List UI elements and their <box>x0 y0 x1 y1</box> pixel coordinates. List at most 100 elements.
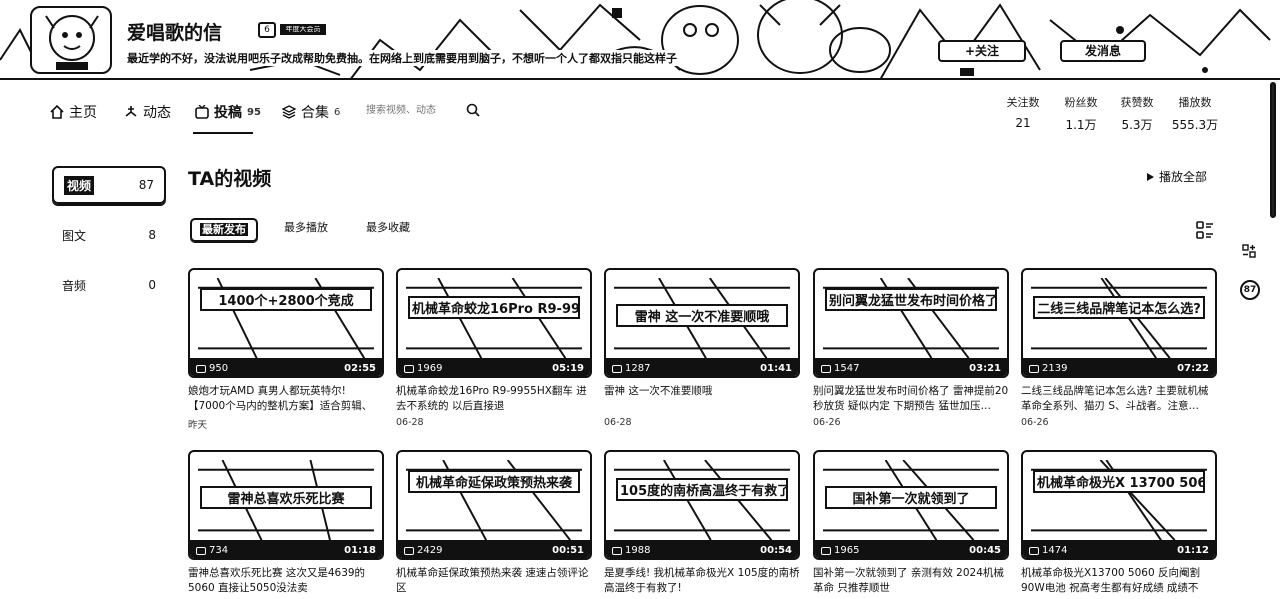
tab-label: 投稿 <box>214 105 242 121</box>
tab-uploads[interactable]: 投稿 95 <box>195 102 261 122</box>
video-date: 06-26 <box>1021 417 1049 428</box>
video-duration: 00:54 <box>760 545 792 556</box>
video-card[interactable]: 机械革命延保政策预热来袭 2429 00:51 机械革命延保政策预热来袭 速速占领评论… <box>396 450 592 599</box>
video-date: 06-28 <box>604 417 632 428</box>
play-count: 1287 <box>612 363 650 374</box>
scrollbar-thumb[interactable] <box>1270 82 1276 218</box>
thumbnail-caption: 二线三线品牌笔记本怎么选? <box>1033 296 1205 319</box>
dynamic-icon <box>125 106 137 117</box>
username: 爱唱歌的信 <box>124 18 226 45</box>
video-card[interactable]: 雷神 这一次不准要顺哦 1287 01:41 雷神 这一次不准要顺哦 06-28 <box>604 268 800 428</box>
sidebar-item-video[interactable]: 视频 87 <box>52 166 166 204</box>
play-count-value: 2139 <box>1042 363 1068 374</box>
tv-icon <box>195 105 209 119</box>
video-duration: 07:22 <box>1177 363 1209 374</box>
video-duration: 02:55 <box>344 363 376 374</box>
video-card[interactable]: 1400个+2800个竞成 950 02:55 娘炮才玩AMD 真男人都玩英特尔! 【… <box>188 268 384 431</box>
video-duration: 01:12 <box>1177 545 1209 556</box>
sidebar-item-article[interactable]: 图文 8 <box>52 216 166 254</box>
video-thumbnail[interactable]: 1400个+2800个竞成 950 02:55 <box>188 268 384 378</box>
sidebar-item-label: 图文 <box>62 228 87 243</box>
video-title[interactable]: 机械革命蛟龙16Pro R9-9955HX翻车 进去不系统的 以后直接退 <box>396 384 592 414</box>
video-card[interactable]: 国补第一次就领到了 1965 00:45 国补第一次就领到了 亲测有效 2024机械革… <box>813 450 1009 599</box>
tab-label: 动态 <box>143 105 171 121</box>
video-duration: 01:18 <box>344 545 376 556</box>
sort-most-played[interactable]: 最多播放 <box>276 218 336 242</box>
play-count-icon <box>612 546 622 555</box>
tab-label: 合集 <box>301 105 329 121</box>
thumbnail-caption: 机械革命极光X 13700 5060 <box>1033 470 1205 493</box>
video-title[interactable]: 机械革命延保政策预热来袭 速速占领评论区 <box>396 566 592 596</box>
message-button[interactable]: 发消息 <box>1060 40 1146 62</box>
video-thumbnail[interactable]: 国补第一次就领到了 1965 00:45 <box>813 450 1009 560</box>
tab-count: 95 <box>247 106 261 118</box>
tab-home[interactable]: 主页 <box>50 102 97 122</box>
thumbnail-caption: 别问翼龙猛世发布时间价格了 <box>825 288 997 311</box>
search-icon[interactable] <box>466 103 480 117</box>
video-thumbnail[interactable]: 雷神 这一次不准要顺哦 1287 01:41 <box>604 268 800 378</box>
follow-button[interactable]: +关注 <box>938 40 1026 62</box>
play-all-label: 播放全部 <box>1159 170 1208 184</box>
video-card[interactable]: 别问翼龙猛世发布时间价格了 1547 03:21 别问翼龙猛世发布时间价格了 雷神提前… <box>813 268 1009 428</box>
video-thumbnail[interactable]: 机械革命极光X 13700 5060 1474 01:12 <box>1021 450 1217 560</box>
video-card[interactable]: 机械革命极光X 13700 5060 1474 01:12 机械革命极光X13700 … <box>1021 450 1217 599</box>
video-thumbnail[interactable]: 二线三线品牌笔记本怎么选? 2139 07:22 <box>1021 268 1217 378</box>
avatar-image <box>45 15 99 70</box>
play-count: 734 <box>196 545 228 556</box>
sort-latest[interactable]: 最新发布 <box>190 218 258 242</box>
video-title[interactable]: 别问翼龙猛世发布时间价格了 雷神提前20秒放货 疑似内定 下期预告 猛世加压… <box>813 384 1009 414</box>
video-thumbnail[interactable]: 雷神总喜欢乐死比赛 734 01:18 <box>188 450 384 560</box>
sort-label: 最多播放 <box>284 221 328 234</box>
video-thumbnail[interactable]: 105度的南桥高温终于有救了 1988 00:54 <box>604 450 800 560</box>
sort-label: 最多收藏 <box>366 221 410 234</box>
profile-banner: 爱唱歌的信 6 年度大会员 最近学的不好，没法说用吧乐子改成帮助免费抽。在网络上… <box>0 0 1280 80</box>
video-title[interactable]: 机械革命极光X13700 5060 反向阉割90W电池 祝高考生都有好成绩 成绩… <box>1021 566 1217 596</box>
play-count: 950 <box>196 363 228 374</box>
stat-plays: 播放数 555.3万 <box>1160 94 1230 133</box>
video-thumbnail[interactable]: 别问翼龙猛世发布时间价格了 1547 03:21 <box>813 268 1009 378</box>
sidebar-item-count: 0 <box>148 278 156 292</box>
play-count-value: 1547 <box>834 363 860 374</box>
sort-label: 最新发布 <box>200 223 248 236</box>
play-count-value: 1965 <box>834 545 860 556</box>
home-icon <box>50 105 64 119</box>
video-card[interactable]: 机械革命蛟龙16Pro R9-9955HX翻车196905:19 机械革命蛟龙16… <box>396 268 592 428</box>
play-count-icon <box>612 364 622 373</box>
video-title[interactable]: 娘炮才玩AMD 真男人都玩英特尔! 【7000个马内的整机方案】适合剪辑、直… <box>188 384 384 414</box>
sort-most-favorited[interactable]: 最多收藏 <box>358 218 418 242</box>
play-count-icon <box>1029 364 1039 373</box>
video-title[interactable]: 雷神总喜欢乐死比赛 这次又是4639的5060 直接让5050没法卖 <box>188 566 384 596</box>
play-count: 1969 <box>404 363 442 374</box>
video-title[interactable]: 二线三线品牌笔记本怎么选? 主要就机械革命全系列、猫刃 S、斗战者。注意… <box>1021 384 1217 414</box>
play-count: 1965 <box>821 545 859 556</box>
search-input[interactable] <box>366 102 462 118</box>
sidebar-item-audio[interactable]: 音频 0 <box>52 266 166 304</box>
thumbnail-caption: 国补第一次就领到了 <box>825 486 997 509</box>
grid-add-icon[interactable] <box>1242 244 1256 258</box>
tab-collections[interactable]: 合集 6 <box>282 102 340 122</box>
sidebar-item-count: 8 <box>148 228 156 242</box>
video-title[interactable]: 是夏季线! 我机械革命极光X 105度的南桥高温终于有救了! <box>604 566 800 596</box>
play-count: 1988 <box>612 545 650 556</box>
profile-nav: 主页 动态 投稿 95 合集 6 关注数 21 粉丝数 1.1万 获赞数 5.3… <box>0 82 1280 138</box>
active-tab-indicator <box>193 132 253 134</box>
play-count-value: 1474 <box>1042 545 1068 556</box>
video-title[interactable]: 雷神 这一次不准要顺哦 <box>604 384 800 414</box>
video-thumbnail[interactable]: 机械革命延保政策预热来袭 2429 00:51 <box>396 450 592 560</box>
video-title[interactable]: 国补第一次就领到了 亲测有效 2024机械革命 只推荐顺世 <box>813 566 1009 596</box>
list-layout-icon[interactable] <box>1196 220 1214 240</box>
video-card[interactable]: 105度的南桥高温终于有救了 1988 00:54 是夏季线! 我机械革命极光X 10… <box>604 450 800 599</box>
play-count-value: 1988 <box>625 545 651 556</box>
level-badge: 6 <box>258 22 276 38</box>
play-count-icon <box>196 546 206 555</box>
video-thumbnail[interactable]: 机械革命蛟龙16Pro R9-9955HX翻车 1969 05:19 <box>396 268 592 378</box>
tab-dynamic[interactable]: 动态 <box>124 102 171 122</box>
play-all-button[interactable]: 播放全部 <box>1146 168 1207 185</box>
thumbnail-caption: 雷神 这一次不准要顺哦 <box>616 304 788 327</box>
avatar[interactable] <box>30 6 112 74</box>
video-card[interactable]: 二线三线品牌笔记本怎么选? 2139 07:22 二线三线品牌笔记本怎么选? 主要就机… <box>1021 268 1217 428</box>
video-card[interactable]: 雷神总喜欢乐死比赛 734 01:18 雷神总喜欢乐死比赛 这次又是4639的5060… <box>188 450 384 599</box>
video-duration: 00:45 <box>969 545 1001 556</box>
page-scrollbar[interactable] <box>1270 82 1276 599</box>
user-badge-icon[interactable]: 87 <box>1240 280 1260 300</box>
